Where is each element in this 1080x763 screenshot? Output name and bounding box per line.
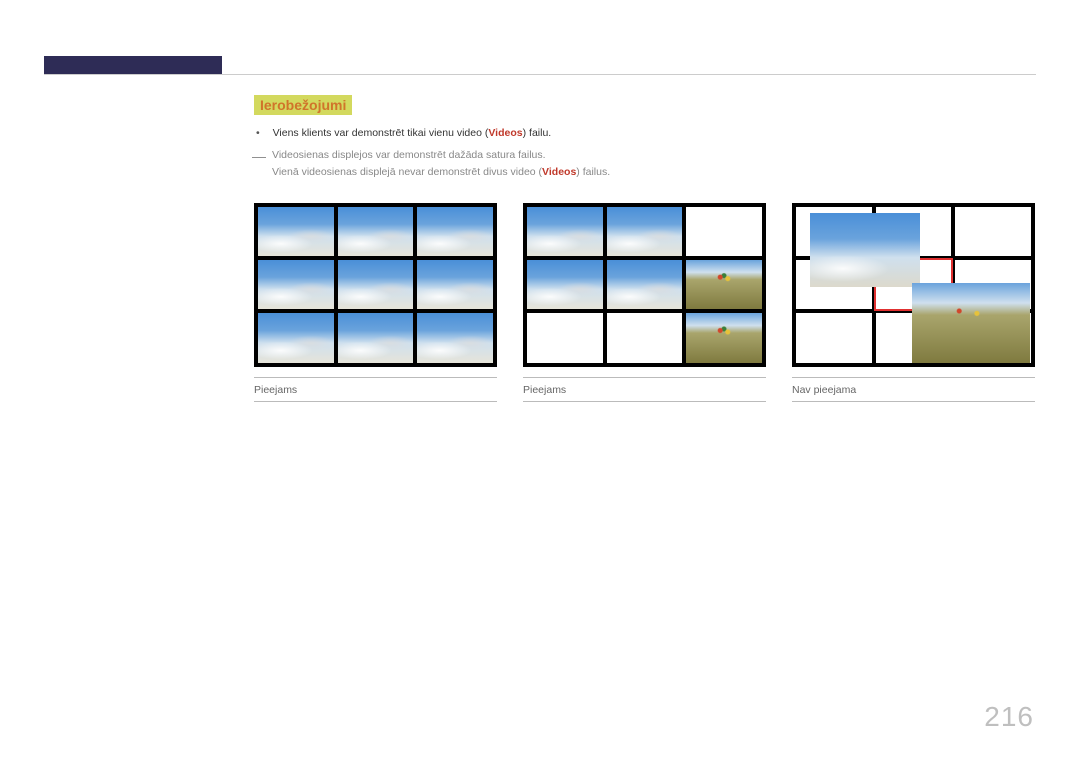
wall-cell — [525, 205, 605, 258]
wall-cell — [336, 258, 416, 311]
wall-cell — [415, 258, 495, 311]
note-2-pre: Vienā videosienas displejā nevar demonst… — [272, 166, 542, 178]
section-title: Ierobežojumi — [254, 95, 352, 115]
wall-cell — [256, 311, 336, 364]
note-line-1: Videosienas displejos var demonstrēt daž… — [272, 147, 1036, 164]
wall-cell — [794, 311, 874, 364]
wall-cell — [256, 258, 336, 311]
example-1: Pieejams — [254, 203, 497, 402]
wall-cell — [336, 205, 416, 258]
header-rule — [44, 74, 1036, 75]
videowall-grid-mixed — [523, 203, 766, 367]
videowall-grid-full — [254, 203, 497, 367]
wall-cell-empty — [525, 311, 605, 364]
note-block: Videosienas displejos var demonstrēt daž… — [272, 147, 1036, 181]
main-content: Ierobežojumi Viens klients var demonstrē… — [254, 95, 1036, 402]
note-2-bold: Videos — [542, 166, 576, 178]
note-2-post: ) failus. — [576, 166, 610, 178]
wall-cell — [605, 258, 685, 311]
bullet-text-bold: Videos — [488, 127, 522, 139]
wall-cell — [256, 205, 336, 258]
wall-cell — [525, 258, 605, 311]
bullet-list: Viens klients var demonstrēt tikai vienu… — [256, 127, 1036, 139]
wall-cell — [415, 311, 495, 364]
wall-cell — [684, 311, 764, 364]
bullet-text-post: ) failu. — [523, 127, 552, 139]
example-caption: Nav pieejama — [792, 378, 1035, 402]
wall-cell — [953, 205, 1033, 258]
page-number: 216 — [984, 701, 1034, 733]
videowall-grid-conflict — [792, 203, 1035, 367]
example-2: Pieejams — [523, 203, 766, 402]
wall-cell — [415, 205, 495, 258]
overlay-video-sky — [810, 213, 920, 287]
header-accent-bar — [44, 56, 222, 74]
wall-cell — [684, 258, 764, 311]
wall-cell — [336, 311, 416, 364]
wall-cell-empty — [684, 205, 764, 258]
note-line-2: Vienā videosienas displejā nevar demonst… — [272, 164, 1036, 181]
wall-cell-empty — [605, 311, 685, 364]
bullet-item: Viens klients var demonstrēt tikai vienu… — [256, 127, 1036, 139]
example-3: Nav pieejama — [792, 203, 1035, 402]
example-caption: Pieejams — [523, 378, 766, 402]
example-caption: Pieejams — [254, 378, 497, 402]
bullet-text-pre: Viens klients var demonstrēt tikai vienu… — [273, 127, 489, 139]
overlay-video-ground — [912, 283, 1030, 363]
videowall-examples-row: Pieejams Pieejams — [254, 203, 1036, 402]
wall-cell — [605, 205, 685, 258]
